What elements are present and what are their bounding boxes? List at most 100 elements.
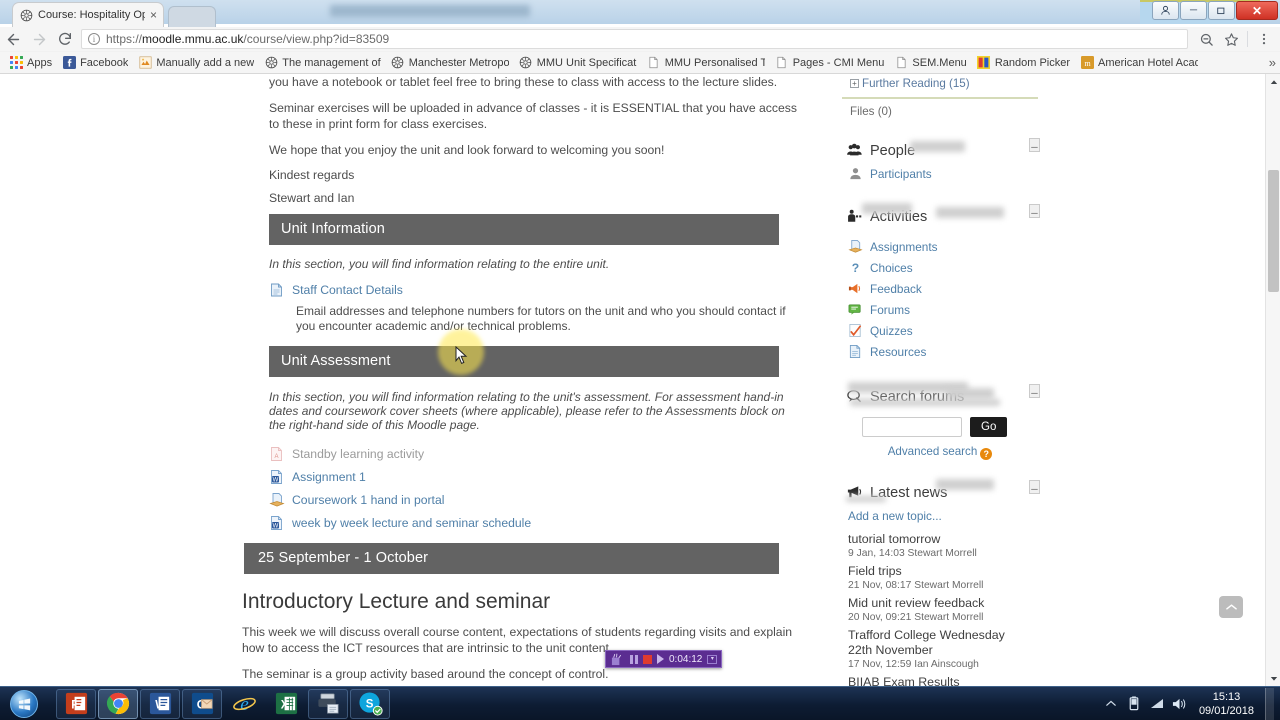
sidebar-item-resources[interactable]: Resources [840,341,1040,362]
start-button[interactable] [2,689,46,719]
site-info-icon[interactable]: i [88,33,100,45]
bookmark-star-icon[interactable] [1219,27,1244,51]
taskbar-app-internet-explorer[interactable]: e [224,689,264,719]
windows-start-orb [10,689,38,718]
pause-icon[interactable] [630,654,638,664]
scroll-up-arrow[interactable] [1266,74,1280,89]
resource-link[interactable]: Assignment 1 [292,470,366,484]
news-item[interactable]: Field trips 21 Nov, 08:17 Stewart Morrel… [840,564,1040,591]
address-bar[interactable]: i https://moodle.mmu.ac.uk/course/view.p… [81,29,1188,49]
tab-close-icon[interactable]: × [150,9,157,21]
back-to-top-button[interactable] [1219,596,1243,618]
bookmark-the-management-of[interactable]: The management of [259,54,385,72]
sidebar-item-forums[interactable]: Forums [840,299,1040,320]
bookmark-manually-add[interactable]: Manually add a new [133,54,259,72]
taskbar-app-word[interactable]: W [140,688,180,719]
news-item[interactable]: Trafford College Wednesday 22th November… [840,628,1040,670]
section-header-unit-assessment: Unit Assessment [269,346,779,377]
sidebar-item-feedback[interactable]: Feedback [840,278,1040,299]
news-item[interactable]: Mid unit review feedback 20 Nov, 09:21 S… [840,596,1040,623]
moodle-course-page: you have a notebook or tablet feel free … [0,74,1265,686]
resource-row[interactable]: W Assignment 1 [240,470,800,485]
block-minimize-button[interactable]: ─ [1029,480,1040,494]
sidebar-item-assignments[interactable]: Assignments [840,236,1040,257]
taskbar-app-chrome[interactable] [98,688,138,719]
resource-link[interactable]: Coursework 1 hand in portal [292,493,444,507]
resource-row[interactable]: Staff Contact Details [240,283,800,298]
scrollbar-thumb[interactable] [1268,170,1279,292]
resource-row[interactable]: Coursework 1 hand in portal [240,493,800,508]
back-button[interactable] [0,27,26,51]
sidebar-item-participants[interactable]: Participants [840,163,1040,184]
news-meta: 21 Nov, 08:17 Stewart Morrell [848,580,984,591]
taskbar-app-printer-scanner[interactable] [308,688,348,719]
stop-icon[interactable] [643,654,652,664]
reload-button[interactable] [52,27,78,51]
user-icon[interactable] [1152,1,1179,20]
search-go-button[interactable]: Go [970,417,1008,437]
resource-row[interactable]: W week by week lecture and seminar sched… [240,516,800,531]
taskbar-app-excel[interactable]: X [266,689,306,719]
network-icon[interactable] [1149,696,1165,712]
taskbar-app-skype[interactable]: S [350,688,390,719]
news-title[interactable]: Trafford College Wednesday 22th November [848,628,1018,658]
facebook-icon [62,56,76,70]
url-scheme: https:// [106,32,143,46]
play-icon[interactable] [657,654,664,664]
three-dot-menu-icon[interactable] [1251,27,1276,51]
restore-button[interactable] [1208,1,1235,20]
taskbar-app-outlook[interactable]: O [182,688,222,719]
news-item[interactable]: BIIAB Exam Results 10 Nov, 10:00 Stephen… [840,675,1040,686]
resource-link[interactable]: week by week lecture and seminar schedul… [292,516,531,530]
scroll-down-arrow[interactable] [1266,671,1280,686]
zoom-out-icon[interactable] [1194,27,1219,51]
bookmarks-overflow-icon[interactable]: » [1269,55,1276,70]
battery-icon[interactable] [1126,696,1142,712]
block-minimize-button[interactable]: ─ [1029,384,1040,398]
bookmark-sem-menu[interactable]: SEM.Menu [889,54,971,72]
taskbar-clock[interactable]: 15:13 09/01/2018 [1195,690,1258,718]
add-new-topic-link[interactable]: Add a new topic... [840,509,1040,523]
news-title[interactable]: tutorial tomorrow [848,532,1040,547]
search-forums-input[interactable] [862,417,962,437]
screen-recorder-toolbar[interactable]: 0:04:12 ▾ [605,650,723,668]
chevron-down-icon[interactable]: ▾ [707,654,718,664]
minimize-button[interactable]: ─ [1180,1,1207,20]
volume-icon[interactable] [1172,696,1188,712]
further-reading-link[interactable]: + Further Reading (15) [840,74,1040,93]
expand-icon[interactable]: + [850,79,859,88]
bookmark-american-hotel-academy[interactable]: m American Hotel Acad [1075,54,1203,72]
sidebar-item-choices[interactable]: ? Choices [840,257,1040,278]
bookmark-manchester-metropolitan[interactable]: Manchester Metropo [386,54,514,72]
bookmark-pages-cmi-menu[interactable]: Pages - CMI Menu [770,54,890,72]
bookmark-mmu-personalised-timetable[interactable]: MMU Personalised Ti [642,54,770,72]
block-minimize-button[interactable]: ─ [1029,138,1040,152]
week-paragraph: The seminar is a group activity based ar… [242,667,609,681]
inactive-tab[interactable] [168,6,216,27]
quiz-icon [848,323,863,338]
news-title[interactable]: BIIAB Exam Results [848,675,1040,686]
block-minimize-button[interactable]: ─ [1029,204,1040,218]
tray-expand-icon[interactable] [1103,696,1119,712]
active-tab[interactable]: Course: Hospitality Oper × [12,2,164,27]
news-item[interactable]: tutorial tomorrow 9 Jan, 14:03 Stewart M… [840,532,1040,559]
advanced-search-link[interactable]: Advanced search? [840,445,1040,460]
news-title[interactable]: Field trips [848,564,1040,579]
show-desktop-button[interactable] [1265,687,1274,720]
news-title[interactable]: Mid unit review feedback [848,596,1040,611]
bookmark-apps[interactable]: Apps [4,54,57,72]
word-icon: W [269,469,285,485]
sidebar-item-quizzes[interactable]: Quizzes [840,320,1040,341]
bookmark-label: MMU Unit Specificati [536,56,637,69]
choice-icon: ? [848,260,863,275]
resource-link[interactable]: Staff Contact Details [292,283,403,297]
help-icon[interactable]: ? [980,448,993,460]
taskbar-app-powerpoint[interactable]: P [56,688,96,719]
bookmark-facebook[interactable]: Facebook [57,54,133,72]
bookmark-mmu-unit-specification[interactable]: MMU Unit Specificati [514,54,642,72]
close-button[interactable]: ✕ [1236,1,1278,20]
signoff-line: Kindest regards [269,168,355,182]
page-scrollbar[interactable] [1265,74,1280,686]
bookmark-random-picker[interactable]: Random Picker [972,54,1075,72]
tab-title: Course: Hospitality Oper [38,9,145,21]
